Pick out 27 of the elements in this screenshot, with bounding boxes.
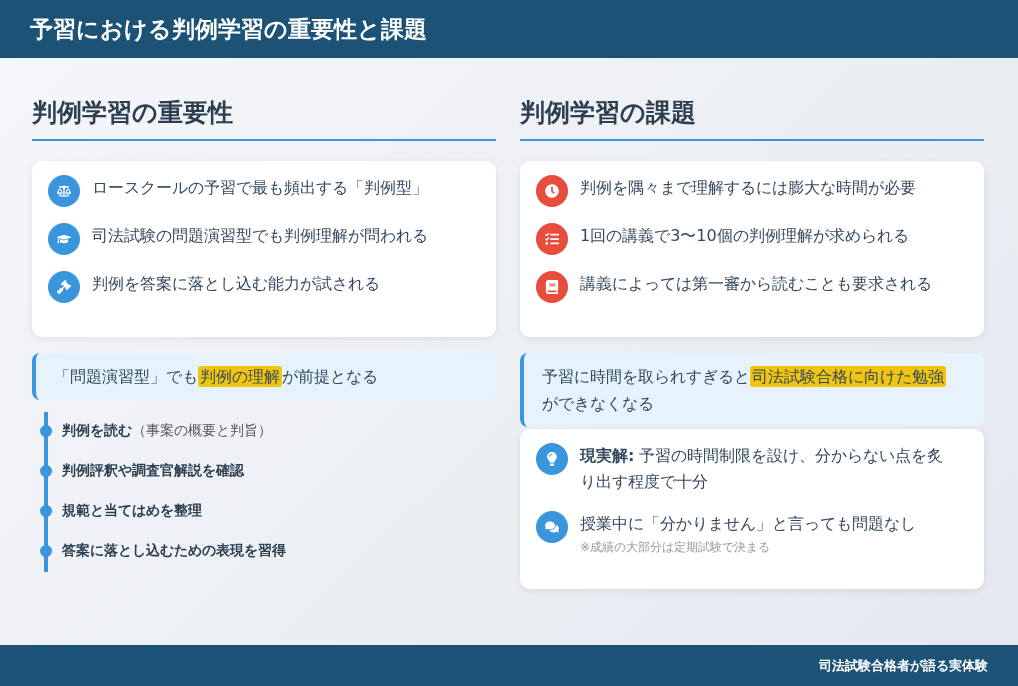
point-text: ロースクールの予習で最も頻出する「判例型」 (92, 177, 428, 199)
point-text: 司法試験の問題演習型でも判例理解が問われる (92, 225, 428, 247)
point-text: 判例を隅々まで理解するには膨大な時間が必要 (580, 177, 916, 199)
timeline-step: 判例評釈や調査官解説を確認 (62, 462, 244, 480)
callout-text: 予習に時間を取られすぎると 司法試験合格に向けた勉強 ができなくなる (520, 353, 984, 427)
lightbulb-icon (536, 443, 568, 475)
page-title: 予習における判例学習の重要性と課題 (30, 14, 427, 44)
timeline-step: 規範と当てはめを整理 (62, 502, 202, 520)
checklist-icon (536, 223, 568, 255)
footer-text: 司法試験合格者が語る実体験 (819, 656, 988, 675)
book-icon (536, 271, 568, 303)
speech-bubbles-icon (536, 511, 568, 543)
section-heading: 判例学習の重要性 (32, 96, 496, 141)
timeline-step: 判例を読む（事案の概要と判旨） (62, 422, 272, 440)
point-text: 1回の講義で3〜10個の判例理解が求められる (580, 225, 909, 247)
graduation-cap-icon (48, 223, 80, 255)
solution-text: 授業中に「分かりません」と言っても問題なし (580, 514, 916, 533)
section-heading: 判例学習の課題 (520, 96, 984, 141)
solution-text: 現実解: 予習の時間制限を設け、分からない点を炙り出す程度で十分 (580, 446, 944, 491)
point-text: 判例を答案に落とし込む能力が試される (92, 273, 380, 295)
point-text: 講義によっては第一審から読むことも要求される (580, 273, 932, 295)
scale-icon (48, 175, 80, 207)
gavel-icon (48, 271, 80, 303)
callout-text: 「問題演習型」でも 判例の理解が前提となる (32, 353, 496, 400)
timeline-step: 答案に落とし込むための表現を習得 (62, 542, 286, 560)
solution-note: ※成績の大部分は定期試験で決まる (580, 539, 772, 556)
clock-icon (536, 175, 568, 207)
